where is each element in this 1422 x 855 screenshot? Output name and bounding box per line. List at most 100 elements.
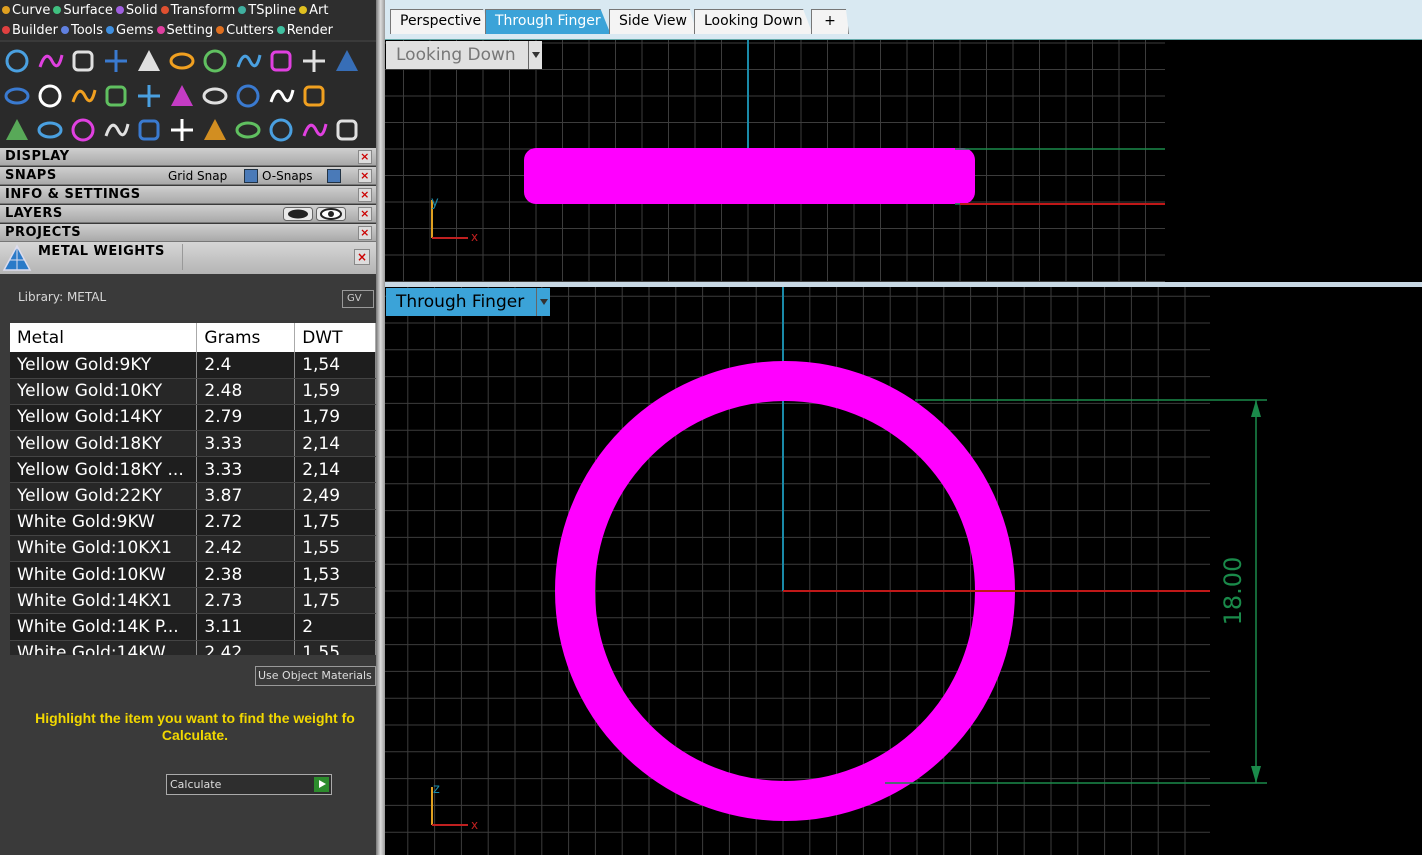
table-row[interactable]: Yellow Gold:18KY 3.33 2,14	[10, 430, 376, 458]
menu-row1-3[interactable]: Transform	[160, 3, 235, 18]
circle-curve-icon[interactable]	[2, 46, 31, 76]
cell-grams: 2.42	[196, 640, 296, 655]
weld-icon[interactable]	[134, 81, 163, 111]
o-snaps-label[interactable]: O-Snaps	[262, 167, 313, 185]
menu-row2-0[interactable]: Builder	[2, 23, 58, 38]
column-header-dwt[interactable]: DWT	[294, 323, 376, 352]
menu-label: Tools	[70, 22, 104, 38]
freehand-curve-icon[interactable]	[35, 46, 64, 76]
viewport-bottom-canvas[interactable]: 18.00 z x	[385, 287, 1422, 855]
menu-row1-4[interactable]: TSpline	[238, 3, 296, 18]
play-icon[interactable]	[314, 777, 329, 792]
cell-dwt: 1,55	[294, 535, 376, 563]
layers-close-button[interactable]: ×	[358, 207, 372, 221]
pattern-icon[interactable]	[200, 81, 229, 111]
menu-bullet-icon	[115, 6, 124, 14]
eye-icon[interactable]	[316, 207, 346, 221]
menu-row2-5[interactable]: Render	[276, 23, 333, 38]
scatter-icon[interactable]	[266, 81, 295, 111]
ring-profile-icon[interactable]	[68, 46, 97, 76]
group-icon[interactable]	[233, 115, 262, 145]
bend-icon[interactable]	[68, 115, 97, 145]
table-row[interactable]: Yellow Gold:18KY ... 3.33 2,14	[10, 456, 376, 484]
curve-arc-icon[interactable]	[35, 115, 64, 145]
shield-icon[interactable]	[233, 46, 262, 76]
tab-through-finger[interactable]: Through Finger	[485, 9, 611, 34]
info-settings-panel-header[interactable]: INFO & SETTINGS ×	[0, 186, 376, 204]
table-row[interactable]: White Gold:10KX1 2.42 1,55	[10, 535, 376, 563]
table-row[interactable]: Yellow Gold:14KY 2.79 1,79	[10, 404, 376, 432]
viewport-bottom-dropdown-icon[interactable]	[536, 288, 550, 316]
snaps-close-button[interactable]: ×	[358, 169, 372, 183]
column-header-grams[interactable]: Grams	[196, 323, 296, 352]
menu-row2-1[interactable]: Tools	[60, 22, 104, 38]
table-row[interactable]: White Gold:10KW 2.38 1,53	[10, 561, 376, 589]
menu-row2-4[interactable]: Cutters	[216, 23, 274, 38]
panel-splitter[interactable]	[376, 0, 385, 855]
menu-row2-2[interactable]: Gems	[106, 23, 154, 38]
display-close-button[interactable]: ×	[358, 150, 372, 164]
projects-close-button[interactable]: ×	[358, 226, 372, 240]
cut-icon[interactable]	[299, 115, 328, 145]
menu-row1-2[interactable]: Solid	[115, 3, 158, 18]
move-icon[interactable]	[134, 115, 163, 145]
point-edit-icon[interactable]	[35, 81, 64, 111]
table-row[interactable]: White Gold:14K P... 3.11 2	[10, 613, 376, 641]
viewport-looking-down[interactable]: 2.66yx Looking Down	[385, 40, 1422, 282]
grid-snap-label[interactable]: Grid Snap	[168, 167, 227, 185]
spiral-icon[interactable]	[299, 46, 328, 76]
add-tab-icon[interactable]: +	[811, 9, 849, 34]
menu-row-1: Curve Surface Solid Transform TSpline Art	[0, 0, 376, 20]
viewport-bottom-label[interactable]: Through Finger	[386, 288, 551, 316]
sphere-icon[interactable]	[299, 81, 328, 111]
cylinder-icon[interactable]	[266, 46, 295, 76]
link-icon[interactable]	[167, 81, 196, 111]
copy-icon[interactable]	[167, 115, 196, 145]
table-row[interactable]: White Gold:14KX1 2.73 1,75	[10, 587, 376, 615]
viewport-through-finger[interactable]: 18.00 z x Through Finger	[385, 287, 1422, 855]
table-row[interactable]: White Gold:14KW 2.42 1,55	[10, 640, 376, 655]
gv-button[interactable]: GV	[342, 290, 374, 308]
viewport-top-canvas[interactable]: 2.66yx	[385, 40, 1422, 282]
cubes-icon[interactable]	[2, 115, 31, 145]
menu-bullet-icon	[160, 6, 169, 14]
viewport-top-dropdown-icon[interactable]	[527, 41, 542, 69]
loop-curve-icon[interactable]	[101, 46, 130, 76]
table-row[interactable]: White Gold:9KW 2.72 1,75	[10, 509, 376, 536]
tab-looking-down[interactable]: Looking Down	[694, 9, 813, 34]
menu-row1-0[interactable]: Curve	[2, 3, 50, 18]
cone-icon[interactable]	[167, 46, 196, 76]
helix-icon[interactable]	[134, 46, 163, 76]
tab-perspective[interactable]: Perspective	[390, 9, 492, 34]
burst-icon[interactable]	[200, 115, 229, 145]
viewport-top-label[interactable]: Looking Down	[386, 41, 542, 69]
menu-row1-1[interactable]: Surface	[53, 3, 113, 18]
column-header-metal[interactable]: Metal	[10, 323, 198, 352]
snaps-panel-header[interactable]: SNAPS Grid Snap O-Snaps ×	[0, 167, 376, 185]
ungroup-icon[interactable]	[266, 115, 295, 145]
mirror-icon[interactable]	[101, 115, 130, 145]
square-curve-icon[interactable]	[200, 46, 229, 76]
projects-panel-header[interactable]: PROJECTS ×	[0, 224, 376, 242]
info-close-button[interactable]: ×	[358, 188, 372, 202]
display-panel-header[interactable]: DISPLAY ×	[0, 148, 376, 166]
tab-side-view[interactable]: Side View	[609, 9, 697, 34]
menu-row2-3[interactable]: Setting	[156, 23, 213, 38]
check-icon[interactable]	[233, 81, 262, 111]
layers-panel-header[interactable]: LAYERS ×	[0, 205, 376, 223]
table-row[interactable]: Yellow Gold:22KY 3.87 2,49	[10, 482, 376, 510]
snap-info-toggle[interactable]	[327, 169, 341, 183]
arch-icon[interactable]	[101, 81, 130, 111]
layer-visibility-icon[interactable]	[283, 207, 313, 221]
o-snaps-toggle[interactable]	[244, 169, 258, 183]
panel-icon[interactable]	[332, 46, 361, 76]
table-row[interactable]: Yellow Gold:10KY 2.48 1,59	[10, 378, 376, 405]
point-add-icon[interactable]	[2, 81, 31, 111]
ring-icon[interactable]	[332, 115, 361, 145]
split-icon[interactable]	[68, 81, 97, 111]
table-row[interactable]: Yellow Gold:9KY 2.4 1,54	[10, 352, 376, 379]
calculate-button[interactable]: Calculate	[166, 774, 332, 795]
menu-row1-5[interactable]: Art	[299, 3, 329, 18]
metal-weights-close-button[interactable]: ×	[354, 249, 370, 265]
use-object-materials-button[interactable]: Use Object Materials	[255, 666, 376, 686]
